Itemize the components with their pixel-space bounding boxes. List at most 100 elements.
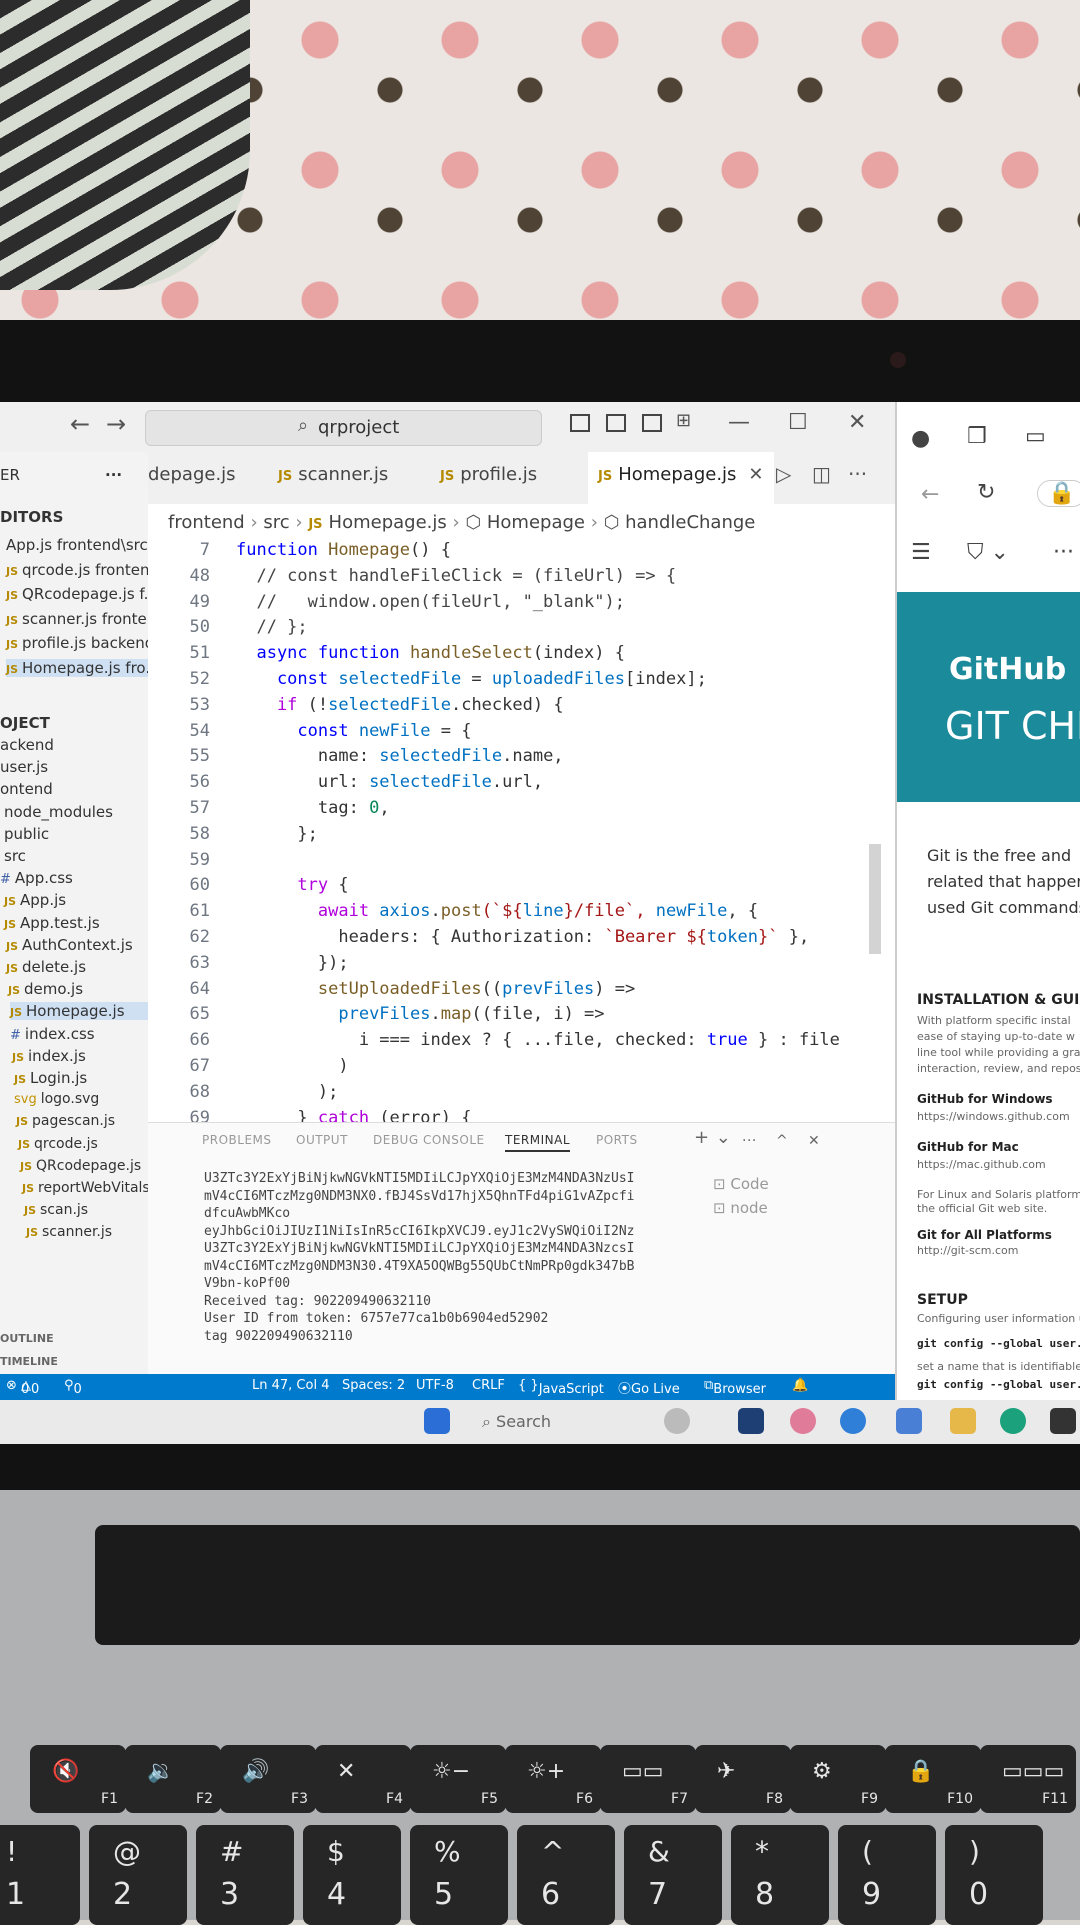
file-tree-item[interactable]: JS Homepage.js (10, 1002, 148, 1021)
go-live-button[interactable]: ⦿ Go Live (618, 1378, 680, 1397)
close-window-button[interactable]: ✕ (848, 410, 866, 435)
notifications-bell-icon[interactable]: 🔔 (792, 1378, 808, 1393)
file-tree-item[interactable]: JS App.js (4, 891, 66, 909)
encoding[interactable]: UTF-8 (416, 1378, 454, 1393)
number-key[interactable]: * 8 (731, 1825, 829, 1925)
language-mode[interactable]: { } JavaScript (518, 1378, 604, 1397)
indentation[interactable]: Spaces: 2 (342, 1378, 405, 1393)
code-editor[interactable]: frontend › src › JS Homepage.js › ⬡ Homep… (148, 504, 895, 1162)
teams-icon[interactable] (896, 1408, 922, 1434)
file-tree-item[interactable]: JS demo.js (8, 980, 83, 998)
ports-indicator[interactable]: ⚲ 0 (64, 1378, 82, 1397)
file-tree-item[interactable]: JS QRcodepage.js (20, 1158, 141, 1174)
maximize-panel-icon[interactable]: ^ (776, 1133, 788, 1149)
number-key[interactable]: (9 (838, 1825, 936, 1925)
file-tree-item[interactable]: JS qrcode.js (18, 1136, 98, 1152)
panel-tab-ports[interactable]: PORTS (596, 1133, 638, 1147)
file-tree-item[interactable]: JS AuthContext.js (6, 936, 133, 954)
number-key[interactable]: @2 (89, 1825, 187, 1925)
breadcrumb-symbol[interactable]: handleChange (625, 512, 755, 533)
function-key[interactable]: ▭▭▭ F11 (980, 1745, 1076, 1813)
terminal-app-icon[interactable] (1050, 1408, 1076, 1434)
function-key[interactable]: ⚙ F9 (790, 1745, 886, 1813)
outline-section[interactable]: OUTLINE (0, 1332, 54, 1345)
refresh-icon[interactable]: ↻ (977, 480, 995, 505)
open-editor-item[interactable]: JS QRcodepage.js f... (6, 585, 148, 603)
file-tree-item[interactable]: JS App.test.js (4, 914, 100, 932)
panel-tab-problems[interactable]: PROBLEMS (202, 1133, 272, 1147)
task-view-icon[interactable] (738, 1408, 764, 1434)
close-panel-icon[interactable]: ✕ (808, 1133, 820, 1149)
function-key[interactable]: ✕ F4 (315, 1745, 411, 1813)
number-key[interactable]: % 5 (410, 1825, 508, 1925)
open-editor-item[interactable]: App.js frontend\src (6, 536, 148, 554)
file-tree-item[interactable]: public (4, 825, 49, 843)
problems-indicator[interactable]: ⊗ 0 △ 0 (6, 1378, 39, 1397)
more-actions-icon[interactable]: ··· (742, 1133, 757, 1149)
open-editor-item[interactable]: JSqrcode.js fronten... (6, 561, 148, 579)
file-tree-item[interactable]: node_modules (4, 803, 113, 821)
more-menu-icon[interactable]: ··· (1053, 540, 1074, 565)
file-tree-item[interactable]: ackend (0, 736, 54, 754)
file-explorer-icon[interactable] (950, 1408, 976, 1434)
mac-link[interactable]: https://mac.github.com (917, 1158, 1046, 1171)
minimize-button[interactable]: — (728, 410, 750, 435)
file-tree-item[interactable]: JS Login.js (14, 1069, 87, 1087)
panel-tab-terminal[interactable]: TERMINAL (505, 1133, 571, 1152)
lock-icon[interactable]: 🔒 (1037, 480, 1080, 507)
browser-button[interactable]: ⧉ Browser (704, 1378, 766, 1397)
breadcrumb-file[interactable]: Homepage.js (329, 512, 447, 533)
maximize-button[interactable]: ☐ (788, 410, 808, 435)
line-ending[interactable]: CRLF (472, 1378, 505, 1393)
file-tree-item[interactable]: JS scanner.js (26, 1224, 112, 1240)
run-icon[interactable]: ▷ (776, 462, 791, 486)
file-tree-item[interactable]: JS delete.js (6, 958, 86, 976)
back-arrow-icon[interactable]: ← (70, 410, 90, 438)
number-key[interactable]: ^ 6 (517, 1825, 615, 1925)
collections-icon[interactable]: ⛉ ⌄ (967, 540, 1009, 565)
panel-tab-debug-console[interactable]: DEBUG CONSOLE (373, 1133, 485, 1147)
file-tree-item[interactable]: svg logo.svg (14, 1091, 99, 1107)
function-key[interactable]: ▭▭ F7 (600, 1745, 696, 1813)
cursor-position[interactable]: Ln 47, Col 4 (252, 1378, 329, 1393)
start-button-icon[interactable] (424, 1408, 450, 1434)
breadcrumb-folder[interactable]: src (263, 512, 289, 533)
more-actions-icon[interactable]: ··· (105, 466, 122, 484)
taskbar-search[interactable]: ⌕ Search (482, 1412, 551, 1432)
file-tree-item[interactable]: JS index.js (12, 1047, 86, 1065)
split-editor-icon[interactable]: ◫ (812, 462, 831, 486)
command-search-box[interactable]: ⌕ qrproject (145, 410, 542, 446)
editor-scrollbar[interactable] (869, 844, 881, 954)
function-key[interactable]: ✈ F8 (695, 1745, 791, 1813)
tab-actions-icon[interactable]: ▭ (1025, 424, 1046, 449)
tab-homepage[interactable]: JS Homepage.js ✕ (588, 452, 774, 504)
number-key[interactable]: & 7 (624, 1825, 722, 1925)
open-editor-item[interactable]: JS scanner.js fronte... (6, 610, 148, 628)
zoom-icon[interactable] (840, 1408, 866, 1434)
file-tree-item[interactable]: JS scan.js (24, 1202, 88, 1218)
customize-layout-icon[interactable]: ⊞ (676, 410, 691, 431)
workspaces-icon[interactable]: ❒ (967, 424, 987, 449)
terminal-instance-code[interactable]: ⊡ Code (713, 1175, 769, 1193)
panel-tab-output[interactable]: OUTPUT (296, 1133, 348, 1147)
all-platforms-link[interactable]: http://git-scm.com (917, 1244, 1019, 1257)
file-tree-item[interactable]: # index.css (10, 1025, 95, 1043)
file-tree-item[interactable]: JSreportWebVitals.js (22, 1180, 148, 1196)
tab-scanner[interactable]: JS scanner.js (278, 464, 388, 485)
function-key[interactable]: ☼+ F6 (505, 1745, 601, 1813)
number-key[interactable]: $4 (303, 1825, 401, 1925)
close-tab-icon[interactable]: ✕ (748, 464, 763, 485)
timeline-section[interactable]: TIMELINE (0, 1355, 58, 1368)
more-actions-icon[interactable]: ··· (848, 462, 867, 486)
function-key[interactable]: ☼− F5 (410, 1745, 506, 1813)
number-key[interactable]: #3 (196, 1825, 294, 1925)
number-key[interactable]: ! 1 (0, 1825, 80, 1925)
project-header[interactable]: OJECT (0, 714, 50, 732)
function-key[interactable]: 🔊 F3 (220, 1745, 316, 1813)
tab-profile[interactable]: JS profile.js (440, 464, 537, 485)
tab-depage[interactable]: depage.js (148, 464, 236, 485)
toggle-panel-icon[interactable] (606, 414, 626, 432)
open-editor-item[interactable]: JS Homepage.js fro... (6, 658, 148, 677)
number-key[interactable]: ) 0 (945, 1825, 1043, 1925)
back-arrow-icon[interactable]: ← (921, 482, 939, 507)
